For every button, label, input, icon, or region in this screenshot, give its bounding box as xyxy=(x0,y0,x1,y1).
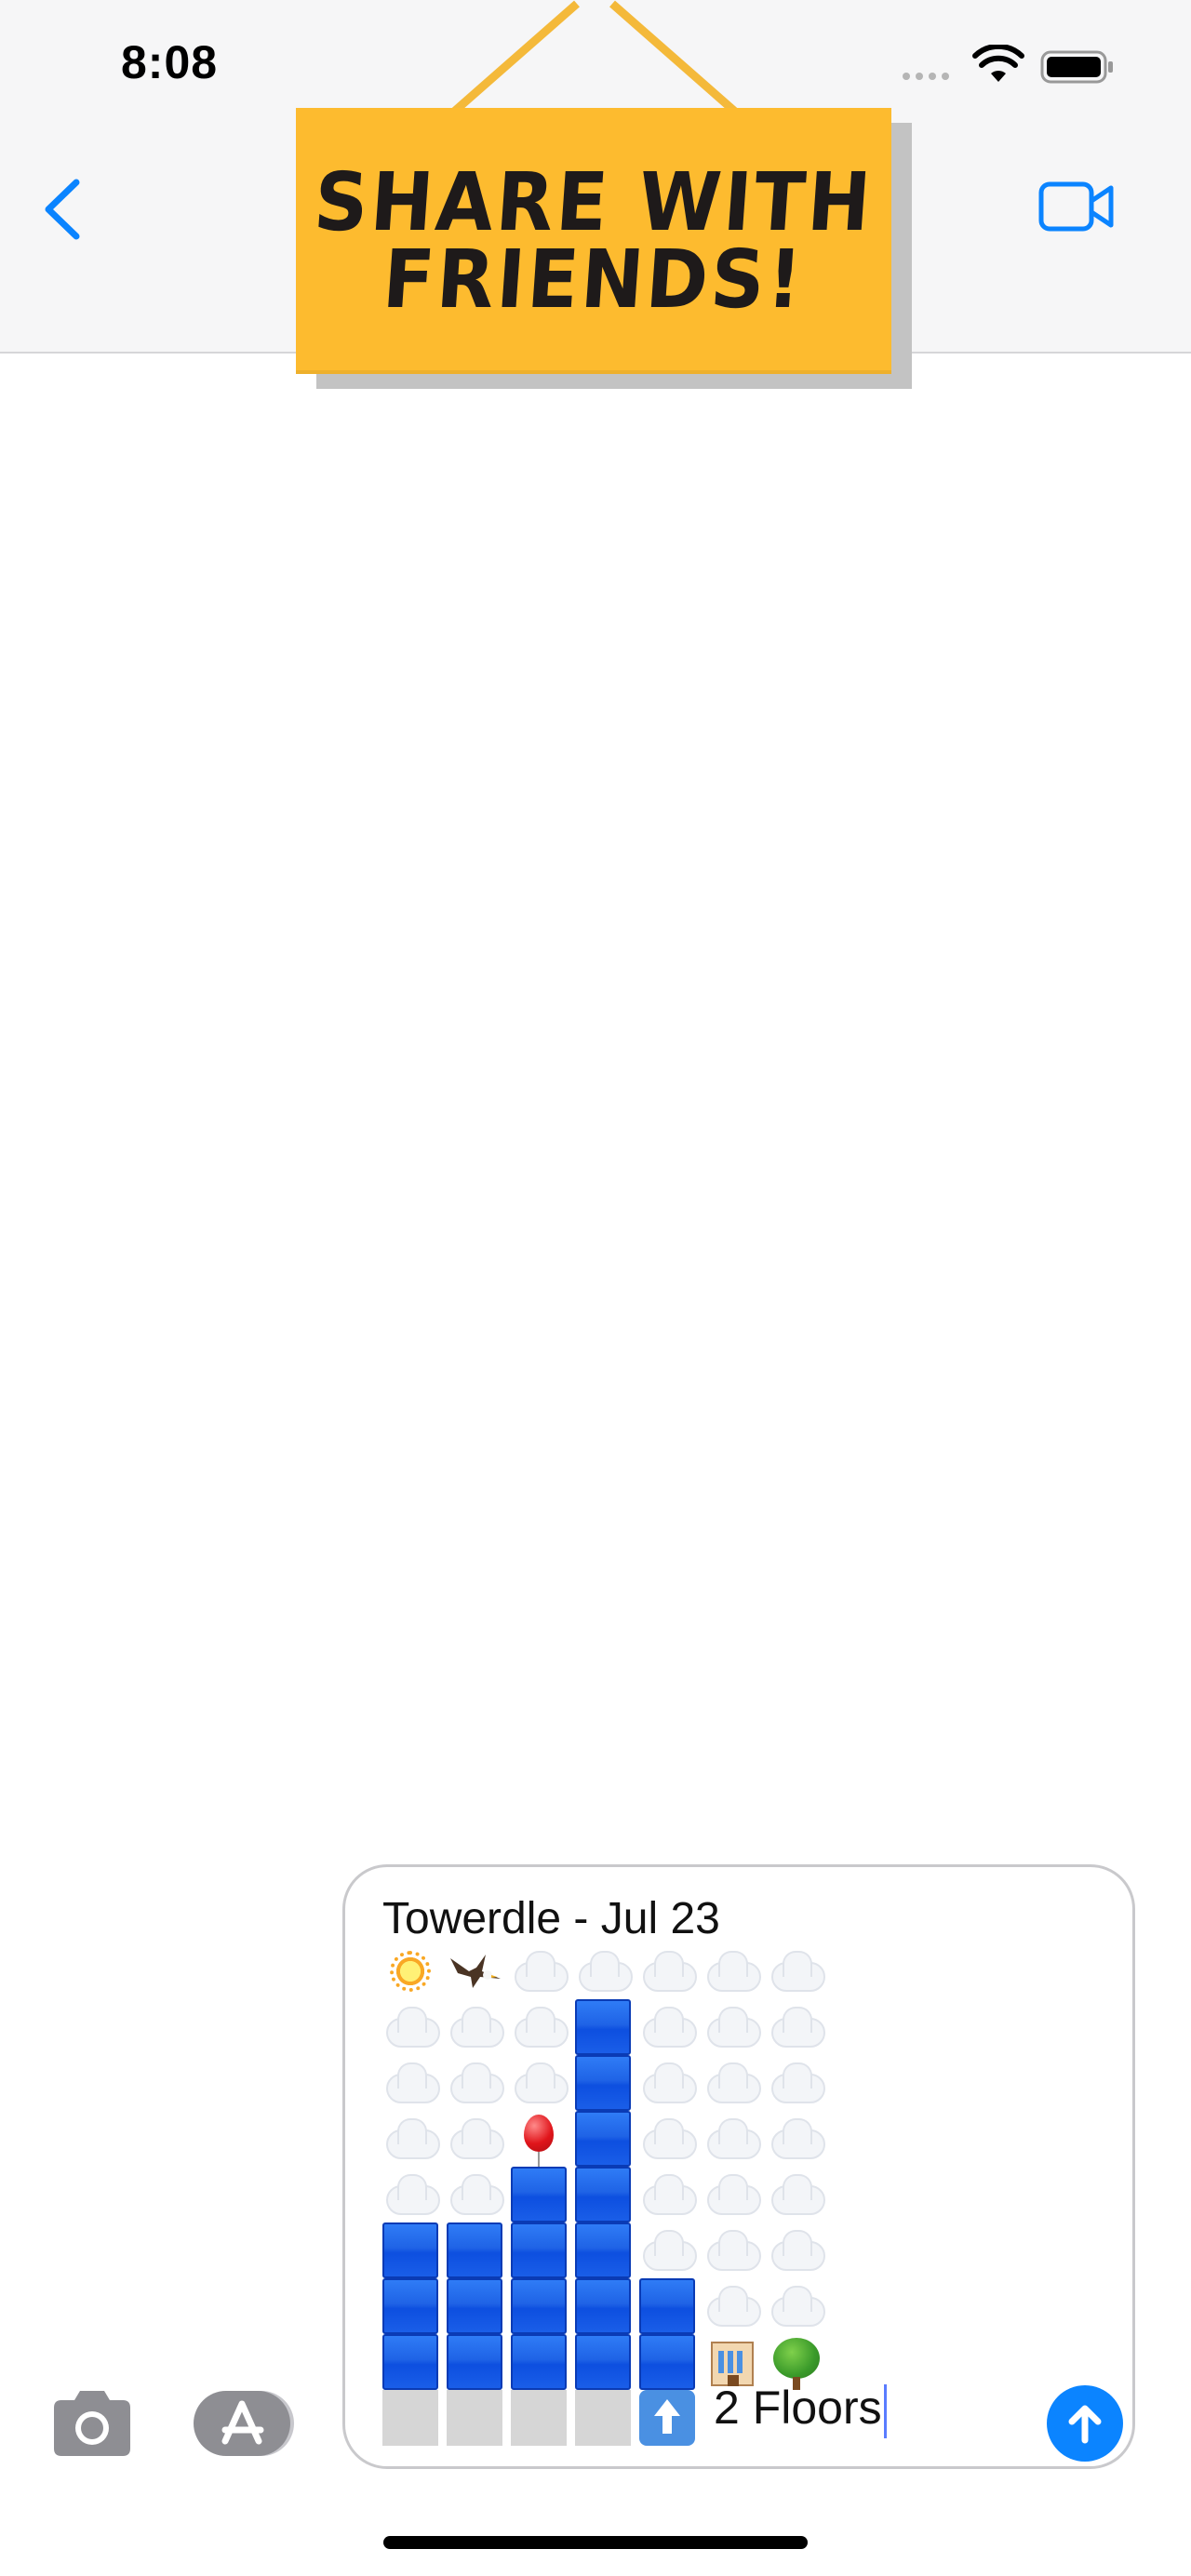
cloud-icon xyxy=(447,2167,504,2222)
cloud-icon xyxy=(382,2167,440,2222)
cloud-icon xyxy=(382,2111,440,2167)
banner-line-1: SHARE WITH xyxy=(311,155,877,249)
ground-square xyxy=(575,2390,631,2446)
cloud-icon xyxy=(639,1943,697,1999)
cloud-icon xyxy=(639,2167,697,2222)
banner-strings xyxy=(451,0,738,115)
cloud-icon xyxy=(768,1943,825,1999)
cloud-icon xyxy=(447,2055,504,2111)
cloud-icon xyxy=(768,1999,825,2055)
video-camera-icon[interactable] xyxy=(1038,179,1115,234)
cloud-icon xyxy=(511,1943,569,1999)
cloud-icon xyxy=(768,2111,825,2167)
floors-result: 2 Floors xyxy=(714,2381,887,2438)
tower-block xyxy=(575,2222,631,2278)
wifi-icon xyxy=(972,45,1024,82)
cloud-icon xyxy=(639,2222,697,2278)
tower-block xyxy=(382,2222,438,2278)
tower-block xyxy=(382,2334,438,2390)
message-input[interactable]: Towerdle - Jul 23 2 Floors xyxy=(342,1864,1135,2469)
tower-block xyxy=(575,2278,631,2334)
ground-square xyxy=(511,2390,567,2446)
cloud-icon xyxy=(447,1999,504,2055)
tower-block xyxy=(447,2334,502,2390)
tower-block xyxy=(511,2278,567,2334)
up-arrow-icon xyxy=(639,2390,695,2446)
cellular-signal-icon xyxy=(903,73,949,80)
cloud-icon xyxy=(768,2222,825,2278)
cloud-icon xyxy=(703,2111,761,2167)
balloon-icon xyxy=(511,2111,567,2167)
share-banner: SHARE WITH FRIENDS! xyxy=(296,108,891,374)
cloud-icon xyxy=(703,2167,761,2222)
cloud-icon xyxy=(382,2055,440,2111)
home-indicator xyxy=(383,2536,808,2549)
cloud-icon xyxy=(639,2055,697,2111)
tower-block xyxy=(639,2278,695,2334)
sun-icon xyxy=(382,1943,438,1999)
cloud-icon xyxy=(768,2278,825,2334)
app-store-icon[interactable] xyxy=(192,2387,296,2460)
cloud-icon xyxy=(447,2111,504,2167)
send-button[interactable] xyxy=(1047,2385,1123,2462)
text-cursor xyxy=(883,2383,887,2438)
chevron-left-icon[interactable] xyxy=(39,177,86,242)
tower-block xyxy=(575,2111,631,2167)
cloud-icon xyxy=(768,2167,825,2222)
floors-text: 2 Floors xyxy=(714,2382,882,2434)
cloud-icon xyxy=(768,2055,825,2111)
ground-square xyxy=(447,2390,502,2446)
cloud-icon xyxy=(639,2111,697,2167)
towerdle-title: Towerdle - Jul 23 xyxy=(382,1894,720,1943)
eagle-icon xyxy=(447,1943,502,1999)
ground-square xyxy=(382,2390,438,2446)
cloud-icon xyxy=(575,1943,633,1999)
status-time: 8:08 xyxy=(121,36,219,88)
camera-icon[interactable] xyxy=(48,2387,136,2460)
tower-block xyxy=(575,2334,631,2390)
tower-block xyxy=(575,2167,631,2222)
tower-block xyxy=(639,2334,695,2390)
send-arrow-icon xyxy=(1068,2405,1102,2444)
banner-line-2: FRIENDS! xyxy=(380,233,808,327)
towerdle-grid xyxy=(382,1943,825,2446)
cloud-icon xyxy=(703,2222,761,2278)
tower-block xyxy=(447,2278,502,2334)
cloud-icon xyxy=(703,2055,761,2111)
tower-block xyxy=(511,2222,567,2278)
cloud-icon xyxy=(703,1999,761,2055)
tower-block xyxy=(511,2167,567,2222)
cloud-icon xyxy=(639,1999,697,2055)
cloud-icon xyxy=(382,1999,440,2055)
cloud-icon xyxy=(511,1999,569,2055)
cloud-icon xyxy=(511,2055,569,2111)
tower-block xyxy=(447,2222,502,2278)
tower-block xyxy=(575,2055,631,2111)
tower-block xyxy=(511,2334,567,2390)
tower-block xyxy=(575,1999,631,2055)
battery-icon xyxy=(1040,50,1113,84)
cloud-icon xyxy=(703,1943,761,1999)
cloud-icon xyxy=(703,2278,761,2334)
tower-block xyxy=(382,2278,438,2334)
